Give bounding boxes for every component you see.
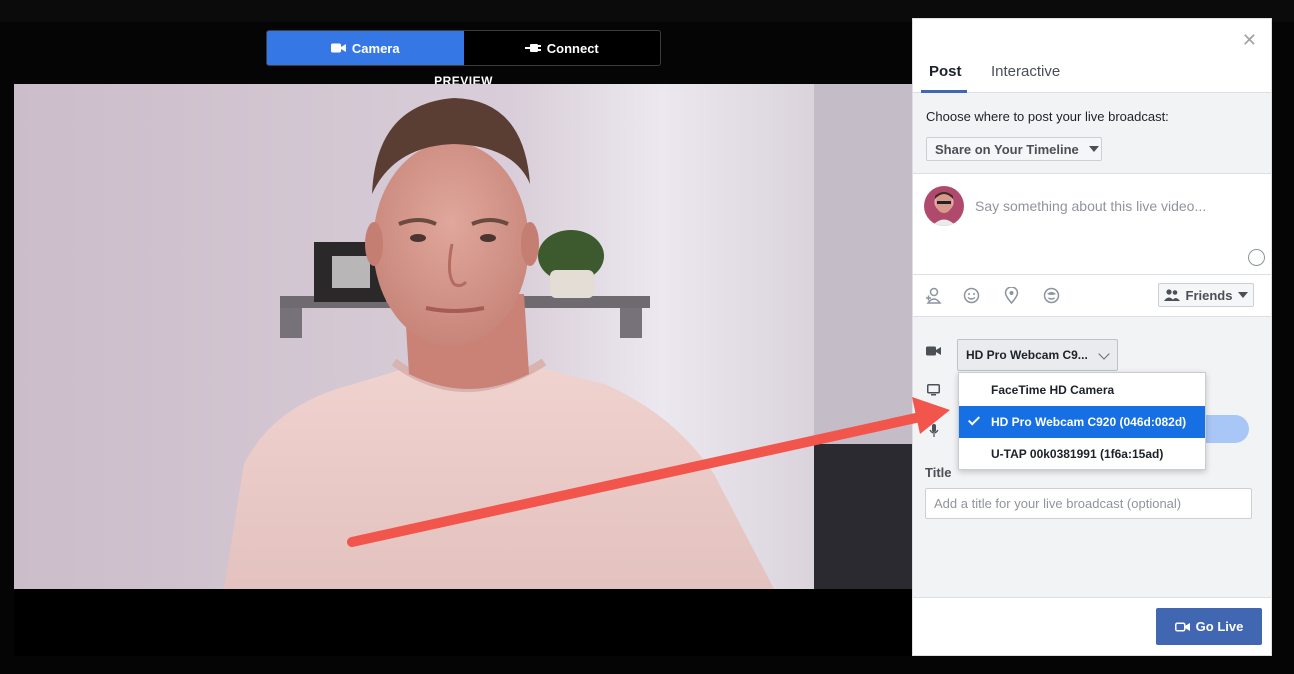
- friends-icon: [1163, 289, 1180, 301]
- camera-option-label: HD Pro Webcam C920 (046d:082d): [991, 415, 1187, 429]
- tab-interactive[interactable]: Interactive: [991, 63, 1060, 80]
- title-label: Title: [925, 465, 952, 480]
- checkmark-icon: [967, 413, 981, 426]
- post-settings-panel: Post Interactive ✕ Choose where to post …: [912, 18, 1272, 656]
- share-destination-select[interactable]: Share on Your Timeline: [926, 137, 1102, 161]
- camera-tab-button[interactable]: Camera: [267, 31, 464, 65]
- camera-option-label: U-TAP 00k0381991 (1f6a:15ad): [991, 447, 1164, 461]
- video-camera-icon: [1174, 622, 1190, 631]
- active-tab-indicator: [921, 90, 967, 93]
- live-video-composer: Camera Connect PREVIEW Post Interactive …: [0, 0, 1294, 674]
- live-description-input[interactable]: Say something about this live video...: [975, 198, 1206, 214]
- camera-preview: [14, 84, 912, 589]
- caret-down-icon: [1238, 292, 1249, 298]
- source-toggle: Camera Connect: [266, 30, 661, 66]
- camera-options-dropdown: FaceTime HD Camera HD Pro Webcam C920 (0…: [958, 372, 1206, 470]
- camera-tab-label: Camera: [351, 40, 400, 56]
- video-camera-icon: [926, 346, 941, 356]
- camera-preview-image: [14, 84, 912, 589]
- emoji-icon[interactable]: [1248, 249, 1265, 266]
- camera-option-facetime[interactable]: FaceTime HD Camera: [959, 374, 1205, 406]
- connect-tab-label: Connect: [546, 40, 599, 56]
- caret-down-icon: [1088, 146, 1099, 152]
- microphone-icon: [929, 424, 939, 437]
- camera-option-u-tap[interactable]: U-TAP 00k0381991 (1f6a:15ad): [959, 438, 1205, 470]
- camera-option-hd-pro-webcam[interactable]: HD Pro Webcam C920 (046d:082d): [959, 406, 1205, 438]
- compose-area: Say something about this live video...: [913, 173, 1271, 275]
- location-pin-icon[interactable]: [1003, 287, 1020, 304]
- panel-footer: Go Live: [913, 597, 1271, 655]
- camera-option-label: FaceTime HD Camera: [991, 383, 1115, 397]
- tab-post[interactable]: Post: [929, 63, 962, 80]
- monitor-icon: [927, 384, 940, 396]
- avatar: [924, 186, 964, 226]
- chevron-down-icon: [1098, 348, 1110, 360]
- post-destination-prompt: Choose where to post your live broadcast…: [926, 109, 1169, 124]
- broadcast-title-input[interactable]: Add a title for your live broadcast (opt…: [925, 488, 1252, 519]
- tag-people-icon[interactable]: [925, 287, 942, 304]
- video-camera-icon: [330, 43, 346, 53]
- preview-letterbox: [14, 589, 912, 656]
- feeling-icon[interactable]: [963, 287, 980, 304]
- camera-source-select[interactable]: HD Pro Webcam C9...: [957, 339, 1118, 371]
- sticker-icon[interactable]: [1043, 287, 1060, 304]
- go-live-label: Go Live: [1195, 619, 1244, 634]
- plug-icon: [524, 44, 541, 52]
- close-icon[interactable]: ✕: [1242, 31, 1257, 49]
- audience-select[interactable]: Friends: [1158, 283, 1254, 307]
- connect-tab-button[interactable]: Connect: [464, 31, 661, 65]
- post-options-bar: Friends: [913, 275, 1271, 317]
- panel-tabs: Post Interactive: [913, 19, 1271, 93]
- audience-label: Friends: [1185, 287, 1233, 303]
- share-destination-label: Share on Your Timeline: [935, 141, 1079, 157]
- camera-select-value: HD Pro Webcam C9...: [966, 348, 1088, 362]
- go-live-button[interactable]: Go Live: [1156, 608, 1262, 645]
